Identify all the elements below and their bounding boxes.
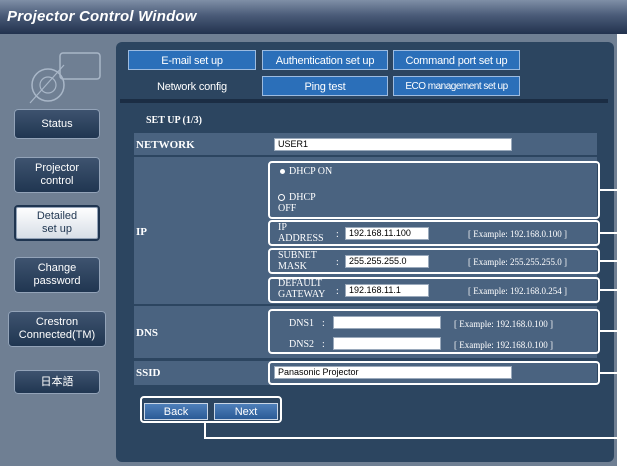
projector-control-window: Projector Control Window Status Projecto… [0, 0, 627, 466]
tab-label: E-mail set up [161, 55, 223, 67]
tab-label: Command port set up [405, 55, 508, 67]
sidebar-item-label: Change password [33, 262, 81, 287]
page-heading: SET UP (1/3) [146, 115, 202, 126]
sidebar-item-label: 日本語 [40, 375, 74, 388]
leader-line [204, 423, 206, 438]
sidebar-item-crestron[interactable]: Crestron Connected(TM) [8, 311, 106, 347]
tab-label: Ping test [304, 81, 346, 93]
tab-eco-management-set-up[interactable]: ECO management set up [393, 76, 520, 96]
leader-line [600, 189, 627, 191]
tab-authentication-set-up[interactable]: Authentication set up [262, 50, 388, 70]
leader-line [600, 232, 627, 234]
logo-icon [29, 52, 101, 104]
sidebar-item-detailed-set-up[interactable]: Detailed set up [14, 205, 100, 241]
callout-dhcp-box [268, 161, 600, 219]
network-name-input[interactable]: USER1 [274, 138, 512, 151]
callout-subnet-mask-box [268, 248, 600, 274]
tab-label: Authentication set up [275, 55, 375, 67]
tab-underline [120, 99, 608, 103]
next-button[interactable]: Next [214, 403, 278, 420]
callout-ip-address-box [268, 220, 600, 246]
tab-label: Network config [157, 81, 227, 93]
sidebar-item-label: Projector control [34, 162, 80, 187]
tab-ping-test[interactable]: Ping test [262, 76, 388, 96]
back-button[interactable]: Back [144, 403, 208, 420]
callout-dns-box [268, 309, 600, 354]
leader-line [204, 437, 627, 439]
ip-label: IP [136, 226, 147, 238]
sidebar-item-japanese[interactable]: 日本語 [14, 370, 100, 394]
sidebar-item-label: Crestron Connected(TM) [18, 316, 96, 341]
leader-line [600, 260, 627, 262]
sidebar-item-label: Status [41, 117, 73, 130]
sidebar-item-status[interactable]: Status [14, 109, 100, 139]
tab-email-set-up[interactable]: E-mail set up [128, 50, 256, 70]
ssid-label: SSID [136, 367, 161, 379]
tab-network-config[interactable]: Network config [128, 76, 256, 96]
network-label: NETWORK [136, 139, 195, 151]
window-title: Projector Control Window [7, 8, 197, 25]
leader-line [600, 372, 627, 374]
sidebar-item-projector-control[interactable]: Projector control [14, 157, 100, 193]
tab-command-port-set-up[interactable]: Command port set up [393, 50, 520, 70]
dns-label: DNS [136, 327, 159, 339]
leader-line [600, 330, 627, 332]
sidebar-item-label: Detailed set up [36, 210, 78, 235]
title-bar: Projector Control Window [0, 0, 627, 34]
callout-ssid-box [268, 361, 600, 385]
tab-label: ECO management set up [405, 81, 508, 92]
callout-default-gateway-box [268, 277, 600, 303]
leader-line [600, 289, 627, 291]
sidebar-item-change-password[interactable]: Change password [14, 257, 100, 293]
